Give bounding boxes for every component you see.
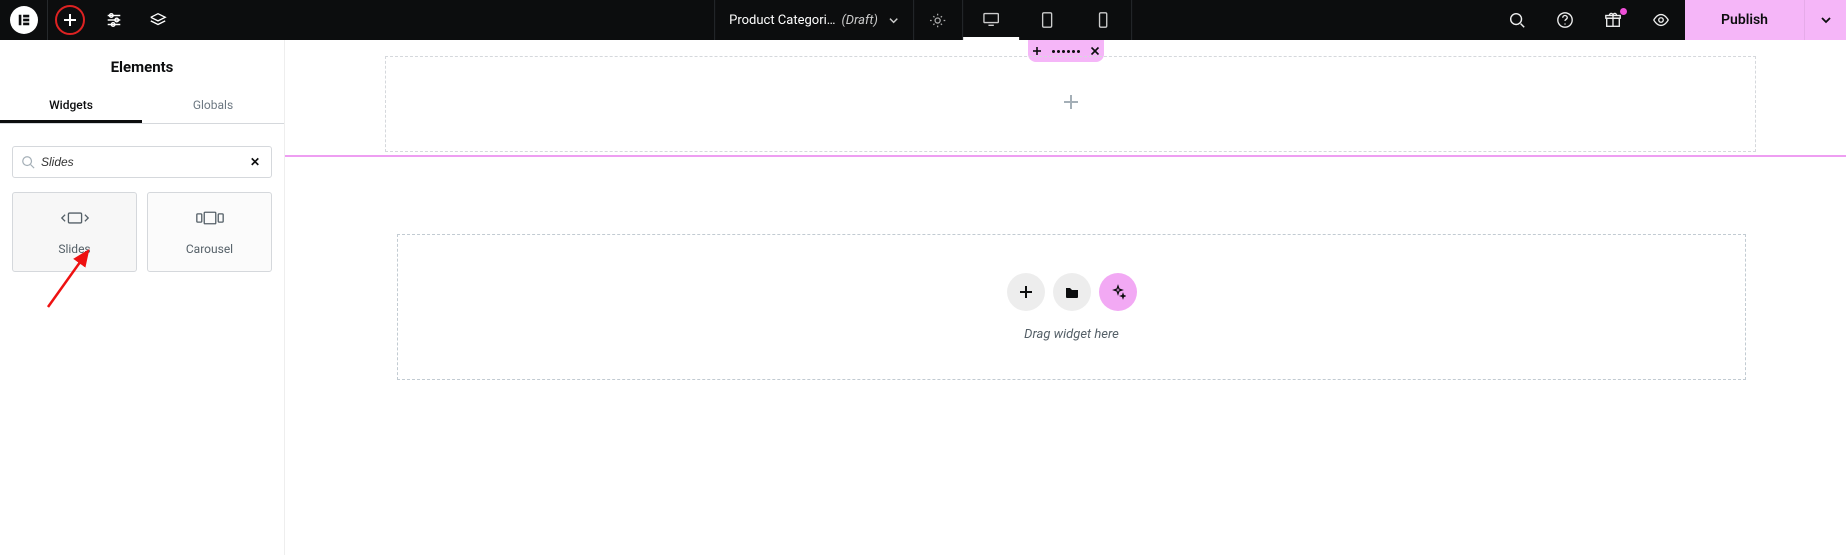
- preview-button[interactable]: [1637, 0, 1685, 40]
- document-title-group[interactable]: Product Categori… (Draft): [714, 0, 913, 40]
- drag-handle-icon[interactable]: [1052, 50, 1080, 53]
- tab-globals[interactable]: Globals: [142, 90, 284, 123]
- responsive-devices: [963, 0, 1132, 40]
- plus-icon: [1062, 93, 1080, 111]
- finder-button[interactable]: [1493, 0, 1541, 40]
- elementor-icon: [17, 13, 31, 27]
- elementor-logo[interactable]: [0, 0, 48, 40]
- annotation-highlight: [55, 5, 85, 35]
- close-icon[interactable]: [1090, 46, 1100, 56]
- gear-icon: [929, 12, 946, 29]
- chevron-down-icon: [888, 15, 899, 26]
- plus-icon: [1018, 284, 1034, 300]
- chevron-down-icon: [1820, 14, 1832, 26]
- topbar-left: [0, 0, 180, 40]
- tab-widgets[interactable]: Widgets: [0, 90, 142, 123]
- document-status: (Draft): [841, 13, 877, 28]
- section-divider: [285, 155, 1846, 157]
- desktop-icon: [982, 10, 1000, 28]
- sparkle-icon: [1110, 284, 1126, 300]
- device-desktop[interactable]: [963, 0, 1019, 40]
- document-title: Product Categori…: [729, 13, 835, 28]
- gift-icon: [1604, 11, 1622, 29]
- page-settings-button[interactable]: [913, 0, 963, 40]
- empty-section[interactable]: [385, 56, 1756, 152]
- dropzone-buttons: [1007, 273, 1137, 311]
- add-template-button[interactable]: [1053, 273, 1091, 311]
- editor-canvas: Drag widget here: [285, 40, 1846, 555]
- mobile-icon: [1094, 11, 1112, 29]
- plus-icon[interactable]: [1032, 46, 1042, 56]
- widget-label: Slides: [58, 242, 90, 256]
- top-bar: Product Categori… (Draft): [0, 0, 1846, 40]
- notification-dot: [1620, 8, 1627, 15]
- device-mobile[interactable]: [1075, 0, 1131, 40]
- whats-new-button[interactable]: [1589, 0, 1637, 40]
- publish-button[interactable]: Publish: [1685, 0, 1804, 40]
- panel-tabs: Widgets Globals: [0, 90, 284, 124]
- topbar-right: Publish: [1493, 0, 1846, 40]
- widget-label: Carousel: [186, 242, 233, 256]
- layers-icon: [149, 11, 167, 29]
- search-input[interactable]: [41, 155, 247, 169]
- widget-carousel[interactable]: Carousel: [147, 192, 272, 272]
- publish-options-button[interactable]: [1804, 0, 1846, 40]
- add-column-button[interactable]: [1062, 93, 1080, 116]
- tablet-icon: [1038, 11, 1056, 29]
- panel-title: Elements: [0, 40, 284, 90]
- site-settings-button[interactable]: [92, 0, 136, 40]
- structure-button[interactable]: [136, 0, 180, 40]
- widget-search[interactable]: ✕: [12, 146, 272, 178]
- publish-group: Publish: [1685, 0, 1846, 40]
- plus-icon: [62, 12, 78, 28]
- sliders-icon: [105, 11, 123, 29]
- carousel-icon: [196, 208, 224, 228]
- widget-slides[interactable]: Slides: [12, 192, 137, 272]
- add-element-button[interactable]: [48, 0, 92, 40]
- folder-icon: [1064, 284, 1080, 300]
- new-section-dropzone[interactable]: Drag widget here: [397, 234, 1746, 380]
- clear-search-button[interactable]: ✕: [247, 155, 263, 169]
- slides-icon: [61, 208, 89, 228]
- eye-icon: [1652, 11, 1670, 29]
- ai-button[interactable]: [1099, 273, 1137, 311]
- search-icon: [1508, 11, 1526, 29]
- add-section-button[interactable]: [1007, 273, 1045, 311]
- search-icon: [21, 155, 35, 169]
- device-tablet[interactable]: [1019, 0, 1075, 40]
- help-button[interactable]: [1541, 0, 1589, 40]
- help-icon: [1556, 11, 1574, 29]
- dropzone-text: Drag widget here: [1024, 327, 1119, 342]
- topbar-center: Product Categori… (Draft): [714, 0, 1132, 40]
- elements-panel: Elements Widgets Globals ✕ Slides Carous…: [0, 40, 285, 555]
- widgets-grid: Slides Carousel: [0, 192, 284, 272]
